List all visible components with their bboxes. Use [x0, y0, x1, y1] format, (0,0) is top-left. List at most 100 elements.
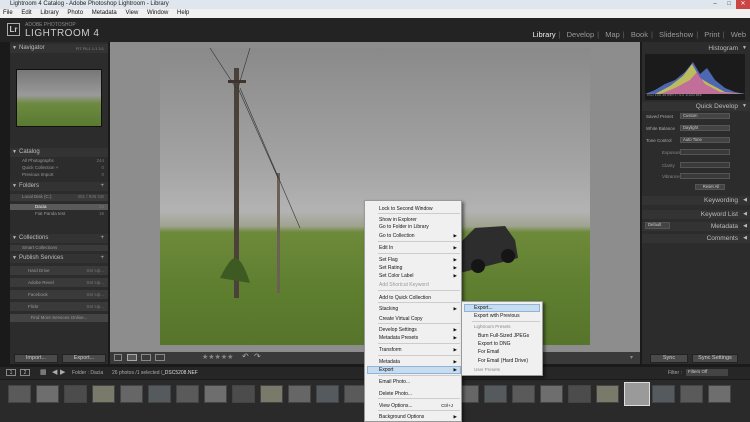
context-menu-item[interactable]: Go to Folder in Library — [379, 223, 461, 231]
sync-settings-button[interactable]: Sync Settings — [692, 354, 738, 363]
module-slideshow[interactable]: Slideshow — [659, 30, 693, 39]
context-menu-item[interactable]: Set Rating ▶ — [379, 264, 461, 272]
publish-service-row[interactable]: Flickr Set Up... — [10, 302, 108, 311]
publish-service-row[interactable]: Hard Drive Set Up... — [10, 266, 108, 275]
catalog-row[interactable]: All Photographs 244 — [10, 158, 108, 164]
reset-all-button[interactable]: Reset All — [695, 184, 725, 190]
context-menu-item[interactable]: Background Options ▶ — [379, 413, 461, 421]
menu-photo[interactable]: Photo — [67, 10, 83, 16]
context-menu-item[interactable]: Set Color Label ▶ — [379, 272, 461, 280]
filmstrip-thumbnail[interactable] — [288, 385, 311, 403]
filmstrip-thumbnail[interactable] — [316, 385, 339, 403]
context-menu-item[interactable]: Metadata Presets ▶ — [379, 334, 461, 342]
rotate-left-icon[interactable]: ↶ — [242, 352, 249, 361]
context-menu-item[interactable]: Edit In ▶ — [379, 244, 461, 252]
context-menu-item[interactable]: Transform ▶ — [379, 346, 461, 354]
submenu-item[interactable]: Burn Full-Sized JPEGs — [478, 332, 529, 340]
context-menu-item[interactable]: Delete Photo... — [379, 390, 461, 398]
export-button[interactable]: Export... — [62, 354, 106, 363]
filmstrip-thumbnail[interactable] — [36, 385, 59, 403]
filmstrip-thumbnail[interactable] — [232, 385, 255, 403]
context-menu-item[interactable]: Export ▶ — [379, 366, 461, 374]
page-1-button[interactable]: 1 — [6, 369, 16, 376]
keyword-list-header[interactable]: Keyword List ◀ — [642, 210, 750, 219]
white-balance-select[interactable]: Daylight — [680, 125, 730, 131]
menu-edit[interactable]: Edit — [21, 10, 31, 16]
context-menu-item[interactable]: Develop Settings ▶ — [379, 326, 461, 334]
filmstrip-thumbnail[interactable] — [92, 385, 115, 403]
submenu-item[interactable]: Export to DNG — [478, 340, 511, 348]
star-rating-icon[interactable]: ★★★★★ — [202, 353, 233, 361]
filmstrip-thumbnail[interactable] — [260, 385, 283, 403]
filmstrip-thumbnail[interactable] — [484, 385, 507, 403]
context-menu-item[interactable]: Email Photo... — [379, 378, 461, 386]
context-menu-item[interactable]: Lock to Second Window — [379, 205, 461, 213]
context-menu-item[interactable]: Stacking ▶ — [379, 305, 461, 313]
catalog-header[interactable]: ▼ Catalog — [10, 148, 108, 157]
service-setup[interactable]: Set Up... — [86, 266, 104, 275]
service-setup[interactable]: Set Up... — [86, 290, 104, 299]
catalog-row[interactable]: Quick Collection + 0 — [10, 165, 108, 171]
module-develop[interactable]: Develop — [567, 30, 595, 39]
sync-button[interactable]: Sync — [650, 354, 688, 363]
import-button[interactable]: Import... — [14, 354, 58, 363]
submenu-item[interactable]: Export... — [474, 304, 493, 312]
publish-services-header[interactable]: ▼ Publish Services + — [10, 254, 108, 263]
toolbar-menu-icon[interactable]: ▾ — [630, 354, 633, 361]
context-menu-item[interactable]: Add to Quick Collection — [379, 294, 461, 302]
add-folder-icon[interactable]: + — [100, 182, 104, 191]
menu-file[interactable]: File — [3, 10, 13, 16]
minimize-button[interactable]: – — [708, 0, 722, 9]
vibrance-buttons[interactable] — [680, 173, 730, 179]
filmstrip-thumbnail[interactable] — [64, 385, 87, 403]
close-button[interactable]: ✕ — [736, 0, 750, 9]
service-setup[interactable]: Set Up... — [86, 278, 104, 287]
grid-view-icon[interactable] — [114, 354, 122, 361]
volume-row[interactable]: Local Disk (C:) 401 / 936 GB — [10, 194, 108, 201]
histogram-header[interactable]: Histogram ▼ — [642, 44, 750, 53]
navigator-zoom-options[interactable]: FIT FILL 1:1 3:1 — [76, 44, 104, 53]
submenu-item[interactable]: For Email — [478, 348, 499, 356]
filmstrip-thumbnail[interactable] — [148, 385, 171, 403]
compare-view-icon[interactable] — [141, 354, 151, 361]
context-menu-item[interactable]: Go to Collection ▶ — [379, 232, 461, 240]
loupe-view-icon[interactable] — [127, 354, 137, 361]
module-print[interactable]: Print — [704, 30, 719, 39]
module-library[interactable]: Library — [533, 30, 556, 39]
filmstrip-thumbnail[interactable] — [624, 382, 650, 406]
filmstrip-thumbnail[interactable] — [540, 385, 563, 403]
navigator-preview[interactable] — [16, 69, 102, 127]
keywording-header[interactable]: Keywording ◀ — [642, 196, 750, 205]
service-setup[interactable]: Set Up... — [86, 302, 104, 311]
filmstrip-thumbnail[interactable] — [568, 385, 591, 403]
page-2-button[interactable]: 2 — [20, 369, 30, 376]
context-menu-item[interactable]: Set Flag ▶ — [379, 256, 461, 264]
filmstrip-thumbnail[interactable] — [120, 385, 143, 403]
context-menu-item[interactable]: Create Virtual Copy — [379, 315, 461, 323]
clarity-buttons[interactable] — [680, 162, 730, 168]
comments-header[interactable]: Comments ◀ — [642, 234, 750, 243]
exposure-buttons[interactable] — [680, 149, 730, 155]
filter-select[interactable]: Filters Off — [686, 369, 728, 376]
find-more-services-button[interactable]: Find More Services Online... — [10, 314, 108, 322]
folder-row[interactable]: Dacia 26 — [10, 204, 108, 210]
add-collection-icon[interactable]: + — [100, 234, 104, 243]
publish-service-row[interactable]: Adobe Revel Set Up... — [10, 278, 108, 287]
menu-window[interactable]: Window — [147, 10, 168, 16]
menu-view[interactable]: View — [125, 10, 138, 16]
submenu-item[interactable]: For Email (Hard Drive) — [478, 357, 528, 365]
submenu-item[interactable]: Export with Previous — [474, 312, 520, 320]
filmstrip-thumbnail[interactable] — [176, 385, 199, 403]
grid-icon[interactable]: ▦ — [40, 368, 47, 376]
filmstrip-thumbnail[interactable] — [680, 385, 703, 403]
quick-develop-header[interactable]: Quick Develop ▼ — [642, 102, 750, 111]
menu-library[interactable]: Library — [40, 10, 58, 16]
filmstrip-thumbnail[interactable] — [708, 385, 731, 403]
folder-row[interactable]: Fiat Panda test 16 — [10, 211, 108, 217]
survey-view-icon[interactable] — [155, 354, 165, 361]
filmstrip-thumbnail[interactable] — [596, 385, 619, 403]
filmstrip-thumbnail[interactable] — [8, 385, 31, 403]
rotate-right-icon[interactable]: ↷ — [254, 352, 261, 361]
publish-service-row[interactable]: Facebook Set Up... — [10, 290, 108, 299]
filmstrip-thumbnail[interactable] — [204, 385, 227, 403]
